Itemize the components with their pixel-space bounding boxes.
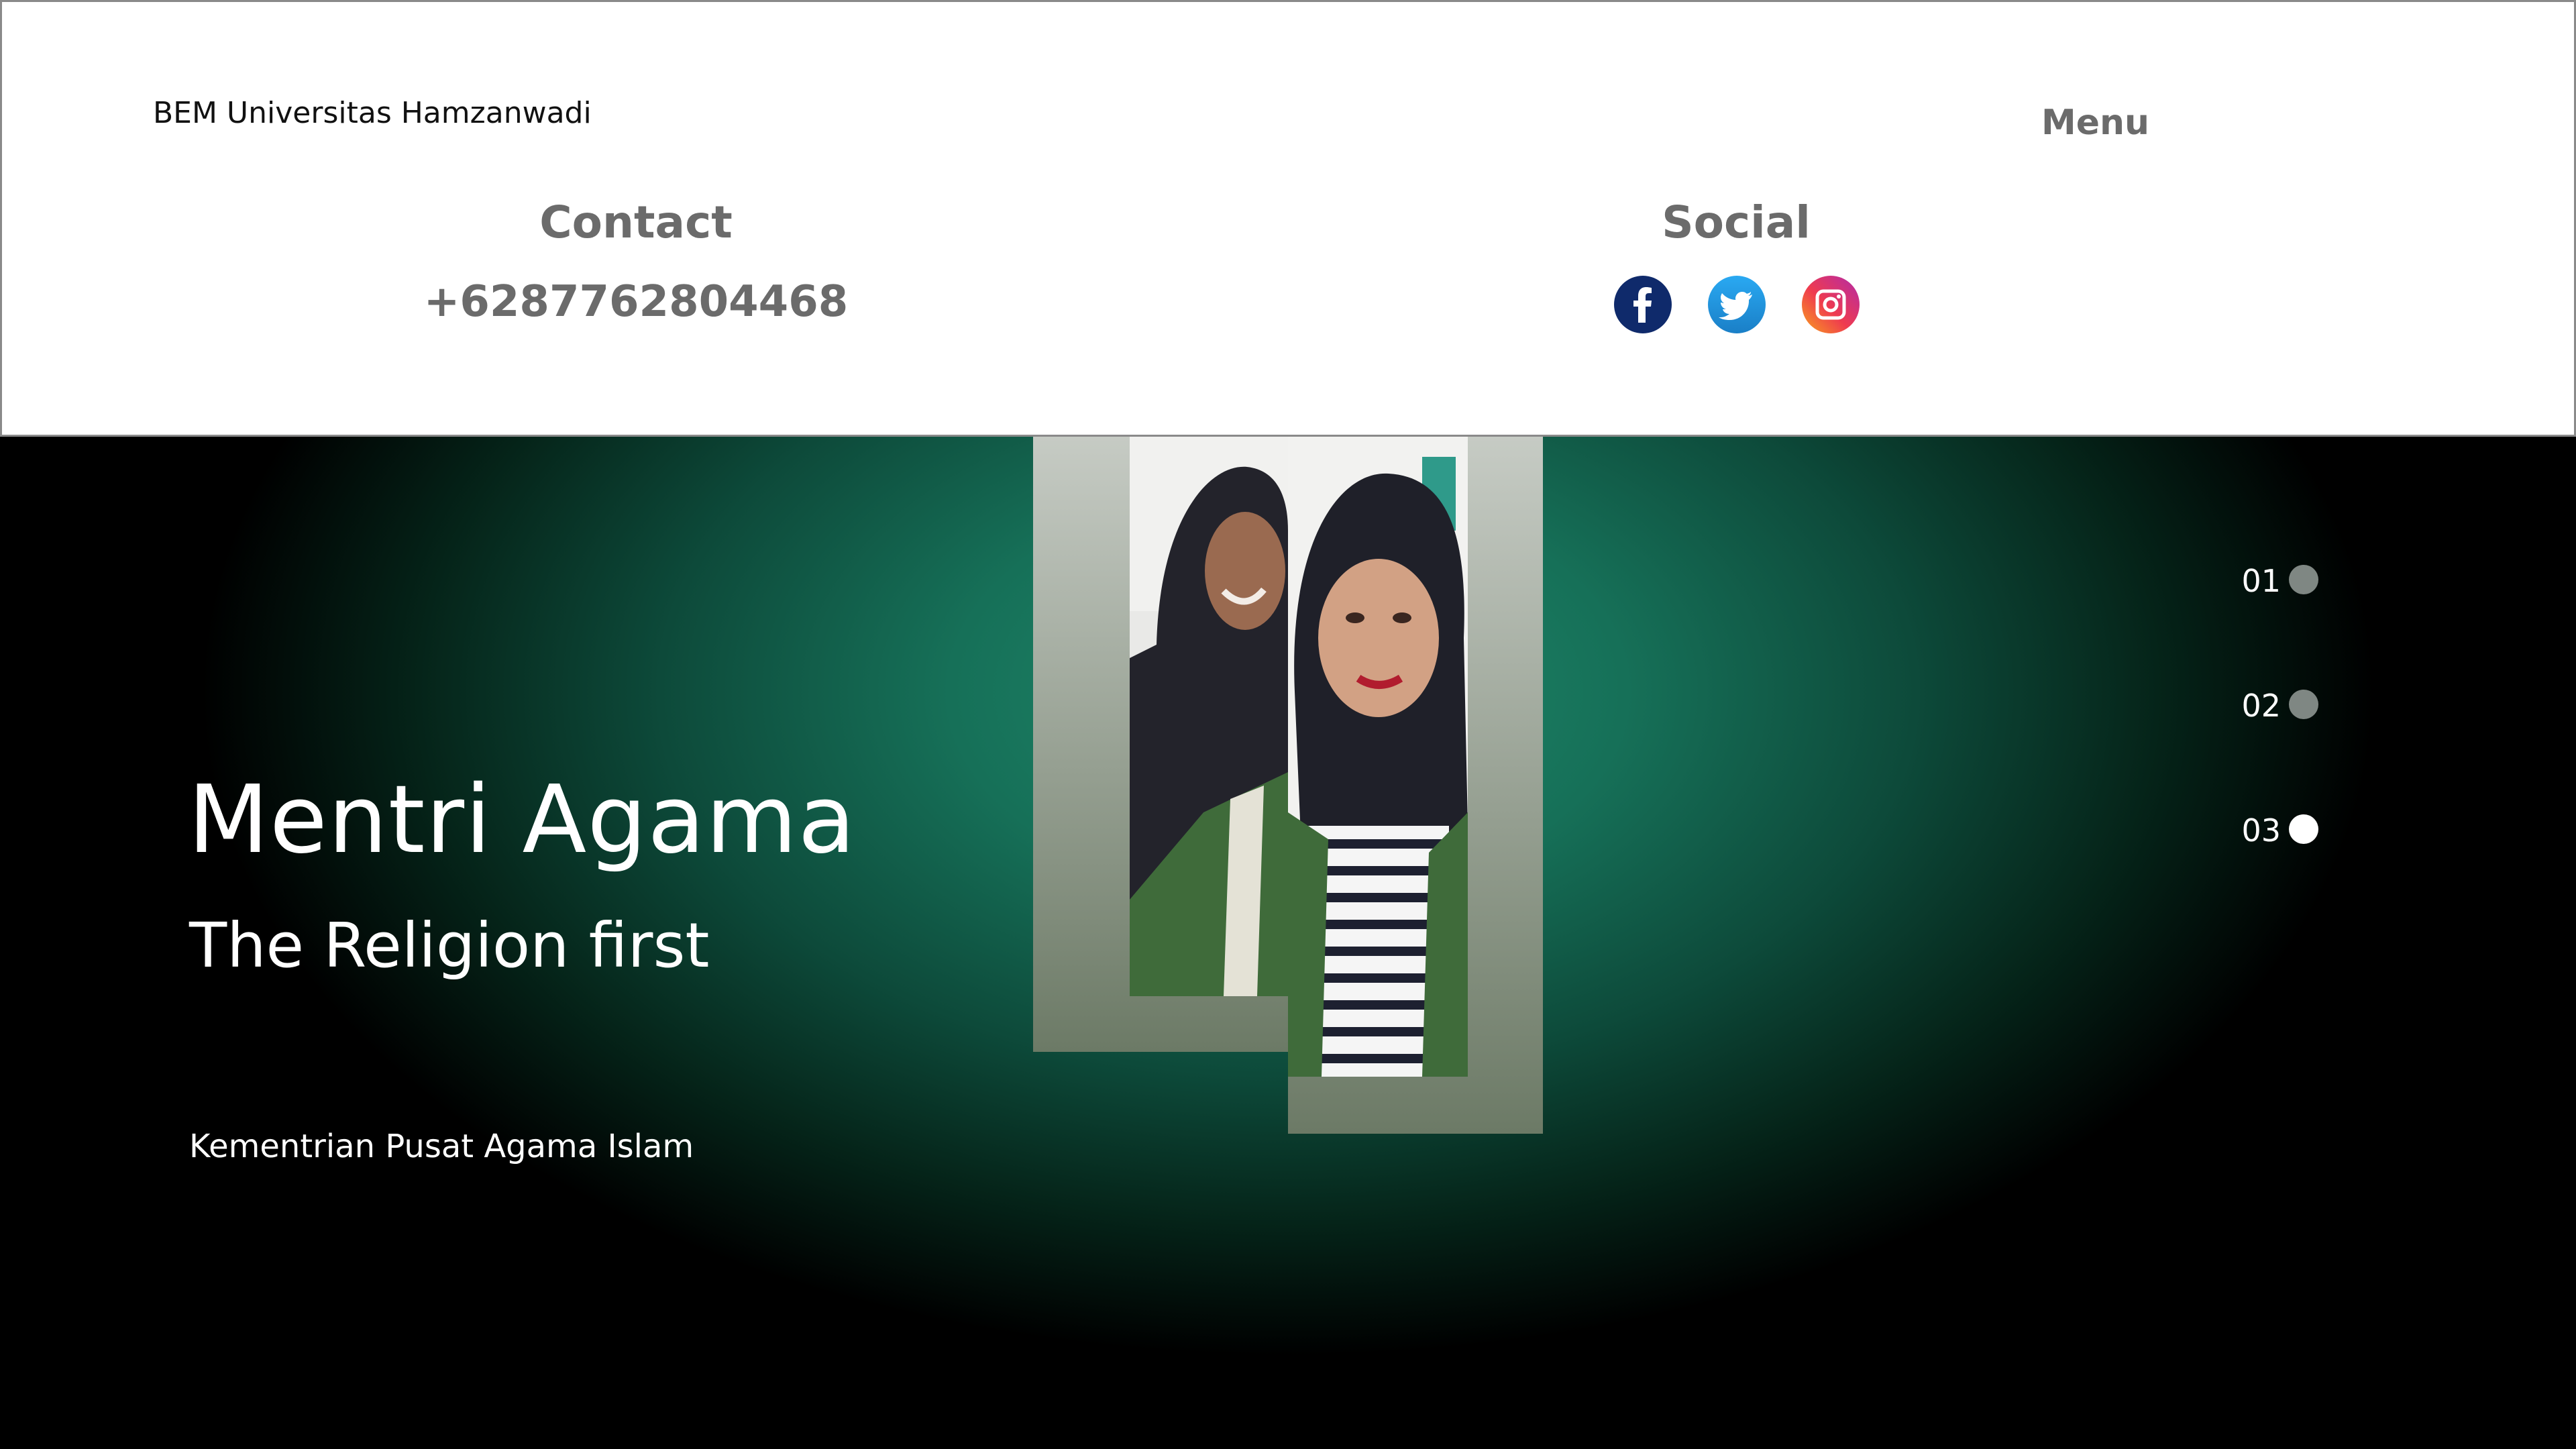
hero-title: Mentri Agama — [188, 765, 857, 875]
twitter-icon[interactable] — [1708, 276, 1766, 333]
photo-right — [1288, 437, 1468, 1077]
slide-indicator-02[interactable]: 02 — [2220, 684, 2328, 724]
brand-name[interactable]: BEM Universitas Hamzanwadi — [153, 96, 592, 130]
facebook-icon[interactable] — [1614, 276, 1672, 333]
page: BEM Universitas Hamzanwadi Menu Contact … — [0, 0, 2576, 1449]
menu-button[interactable]: Menu — [2041, 103, 2149, 143]
hero-caption: Kementrian Pusat Agama Islam — [189, 1128, 694, 1165]
hero-section: Mentri Agama The Religion first Kementri… — [0, 437, 2576, 1449]
indicator-dot — [2289, 690, 2318, 719]
slide-indicator-01[interactable]: 01 — [2220, 559, 2328, 599]
slide-indicator-label: 01 — [2241, 563, 2281, 599]
indicator-dot — [2289, 565, 2318, 594]
indicator-dot — [2289, 814, 2318, 844]
contact-phone[interactable]: +6287762804468 — [405, 277, 867, 327]
contact-title: Contact — [539, 197, 733, 248]
hero-subtitle: The Religion first — [189, 910, 710, 981]
slide-indicator-label: 02 — [2241, 688, 2281, 724]
instagram-icon[interactable] — [1802, 276, 1860, 333]
slide-indicator-03[interactable]: 03 — [2220, 808, 2328, 849]
photo-left — [1130, 437, 1288, 996]
social-title: Social — [1662, 197, 1811, 248]
header: BEM Universitas Hamzanwadi Menu Contact … — [0, 0, 2576, 437]
slide-indicator-label: 03 — [2241, 812, 2281, 849]
